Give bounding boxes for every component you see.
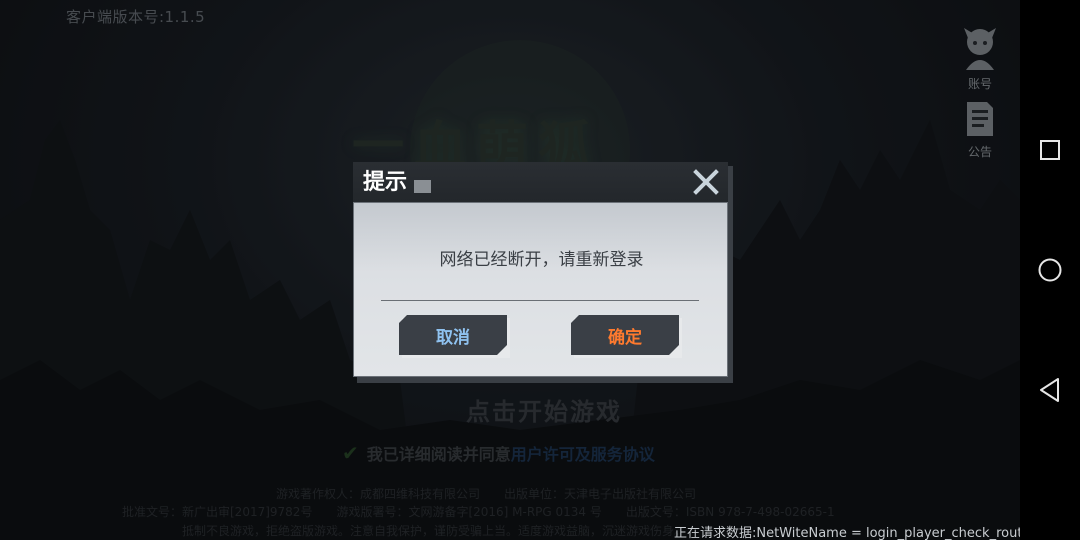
home-icon [1038,258,1062,282]
title-decoration [414,180,431,193]
dialog-divider [381,300,699,301]
back-icon [1040,378,1059,402]
dialog-title: 提示 [363,169,408,195]
system-nav-bar [1020,0,1080,540]
recent-apps-button[interactable] [1020,130,1080,170]
close-button[interactable] [686,163,726,201]
dialog-message: 网络已经断开，请重新登录 [439,250,644,270]
cancel-button[interactable]: 取消 [399,315,507,355]
confirm-button[interactable]: 确定 [571,315,679,355]
back-button[interactable] [1020,370,1080,410]
recent-apps-icon [1040,140,1060,160]
close-icon [693,169,719,195]
dialog-header [353,162,728,202]
home-button[interactable] [1020,250,1080,290]
request-status-text: 正在请求数据:NetWiteName = login_player_check_… [674,526,1020,540]
game-viewport[interactable]: 一血萌狐 客户端版本号:1.1.5 账号 公告 点击开始游戏 ✔ 我已详细阅读并… [0,0,1020,540]
